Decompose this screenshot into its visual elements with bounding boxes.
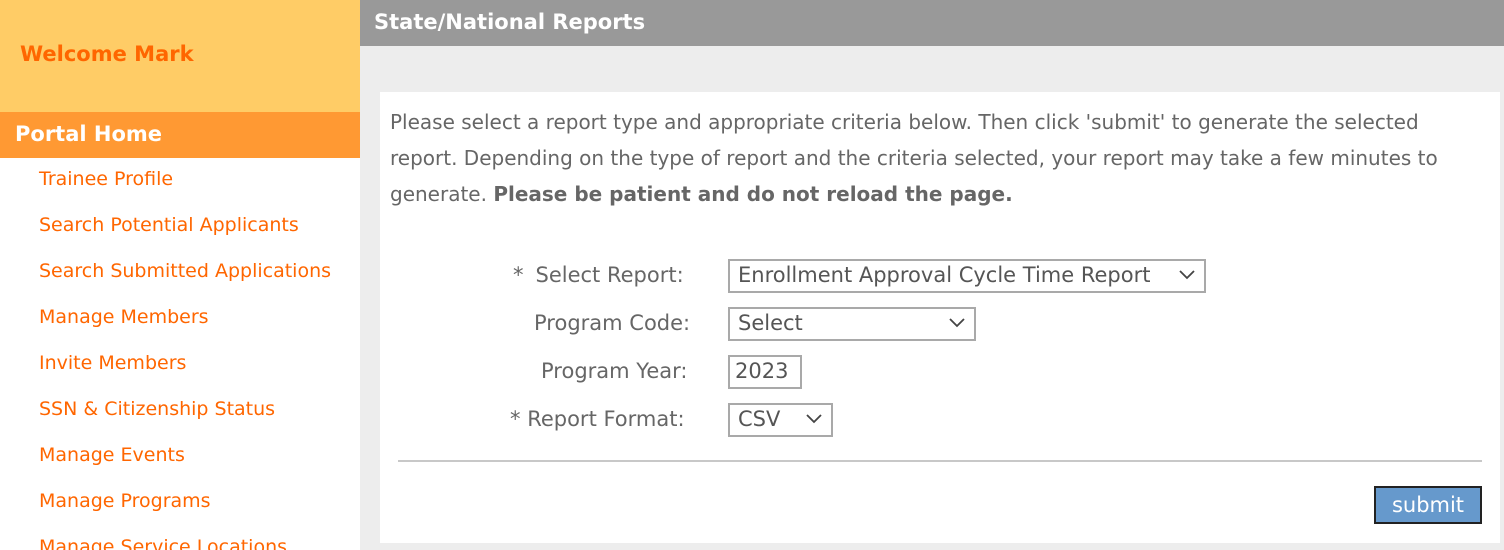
program-year-input[interactable]: 2023 bbox=[728, 355, 802, 389]
submit-button[interactable]: submit bbox=[1374, 486, 1482, 524]
sidebar-item-manage-service-locations[interactable]: Manage Service Locations bbox=[0, 526, 360, 550]
program-year-value: 2023 bbox=[735, 359, 789, 383]
report-format-label-group: * Report Format: bbox=[510, 407, 685, 431]
sidebar-nav: Trainee Profile Search Potential Applica… bbox=[0, 158, 360, 550]
select-report-value: Enrollment Approval Cycle Time Report bbox=[738, 263, 1151, 287]
program-code-dropdown[interactable]: Select bbox=[728, 307, 976, 341]
program-code-value: Select bbox=[738, 311, 803, 335]
page: Welcome Mark Portal Home Trainee Profile… bbox=[0, 0, 1504, 550]
instructions-text: Please select a report type and appropri… bbox=[390, 104, 1490, 212]
page-title: State/National Reports bbox=[374, 10, 646, 34]
report-format-label: Report Format: bbox=[527, 407, 685, 431]
welcome-banner: Welcome Mark bbox=[0, 0, 360, 112]
sidebar-item-invite-members[interactable]: Invite Members bbox=[0, 342, 360, 388]
program-code-label: Program Code: bbox=[534, 311, 691, 335]
chevron-down-icon bbox=[949, 318, 965, 328]
nav-portal-home[interactable]: Portal Home bbox=[0, 112, 360, 158]
sidebar-item-search-submitted-applications[interactable]: Search Submitted Applications bbox=[0, 250, 360, 296]
sidebar: Welcome Mark Portal Home Trainee Profile… bbox=[0, 0, 360, 550]
portal-home-label: Portal Home bbox=[15, 122, 163, 146]
report-format-value: CSV bbox=[738, 407, 781, 431]
sidebar-item-ssn-citizenship-status[interactable]: SSN & Citizenship Status bbox=[0, 388, 360, 434]
select-report-label: Select Report: bbox=[535, 263, 684, 287]
required-marker: * bbox=[510, 407, 521, 431]
sidebar-item-trainee-profile[interactable]: Trainee Profile bbox=[0, 158, 360, 204]
sidebar-item-manage-members[interactable]: Manage Members bbox=[0, 296, 360, 342]
sidebar-item-manage-programs[interactable]: Manage Programs bbox=[0, 480, 360, 526]
program-year-label-group: Program Year: bbox=[541, 359, 687, 383]
select-report-dropdown[interactable]: Enrollment Approval Cycle Time Report bbox=[728, 259, 1206, 293]
chevron-down-icon bbox=[806, 414, 822, 424]
welcome-text: Welcome Mark bbox=[20, 42, 194, 66]
report-format-dropdown[interactable]: CSV bbox=[728, 403, 833, 437]
required-marker: * bbox=[513, 263, 524, 287]
program-year-label: Program Year: bbox=[541, 359, 688, 383]
report-form-card: Please select a report type and appropri… bbox=[380, 92, 1500, 543]
sidebar-item-manage-events[interactable]: Manage Events bbox=[0, 434, 360, 480]
instructions-warning: Please be patient and do not reload the … bbox=[493, 182, 1013, 206]
page-header: State/National Reports bbox=[360, 0, 1504, 46]
chevron-down-icon bbox=[1179, 270, 1195, 280]
sidebar-item-search-potential-applicants[interactable]: Search Potential Applicants bbox=[0, 204, 360, 250]
select-report-label-group: * Select Report: bbox=[513, 263, 684, 287]
program-code-label-group: Program Code: bbox=[534, 311, 690, 335]
form-divider bbox=[398, 460, 1482, 462]
